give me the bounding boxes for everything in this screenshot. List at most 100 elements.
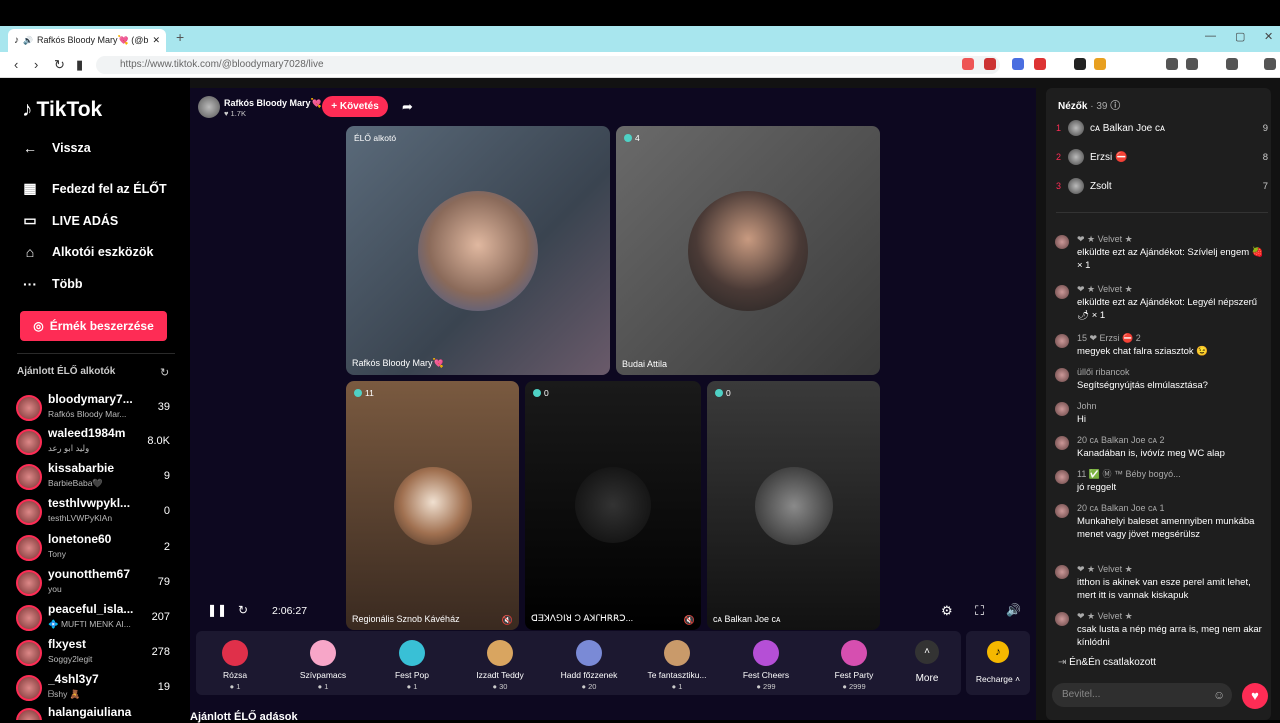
sidebar-item-creator-tools[interactable]: ⌂ Alkotói eszközök — [22, 244, 154, 260]
gift-price: ● 1 — [317, 682, 329, 691]
gift-item[interactable]: Fest Pop ● 1 — [370, 640, 454, 691]
gift-item[interactable]: Rózsa ● 1 — [193, 640, 277, 691]
close-tab-icon[interactable]: ✕ — [152, 35, 160, 46]
avatar — [16, 464, 42, 490]
chat-user[interactable]: 11 ✅ Ⓜ ™ Béby bogyó... — [1077, 468, 1265, 481]
browser-tab[interactable]: ♪ 🔊 Rafkós Bloody Mary💘 (@blo ✕ — [8, 29, 166, 52]
extension-icon[interactable] — [1074, 58, 1086, 70]
recharge-button[interactable]: ♪ Recharge ˄ — [966, 631, 1030, 695]
extension-icon[interactable] — [1094, 58, 1106, 70]
extension-icon[interactable] — [962, 58, 974, 70]
tiktok-logo[interactable]: ♪ TikTok — [22, 98, 102, 122]
extension-icon[interactable] — [1226, 58, 1238, 70]
chat-user[interactable]: ❤ ★ Velvet ★ — [1077, 233, 1265, 246]
creator-name: waleed1984m — [48, 426, 126, 440]
chat-user[interactable]: ❤ ★ Velvet ★ — [1077, 563, 1265, 576]
creator-item[interactable]: younotthem67 you 79 — [16, 566, 176, 600]
sidebar-item-explore-live[interactable]: ▦ Fedezd fel az ÉLŐT — [22, 180, 166, 197]
more-gifts-button[interactable]: ˄ More — [912, 640, 942, 684]
info-icon[interactable]: ⓘ — [1110, 101, 1120, 112]
gift-item[interactable]: Szívpamacs ● 1 — [281, 640, 365, 691]
chat-user[interactable]: John — [1077, 400, 1265, 413]
video-tile-host[interactable]: ÉLŐ alkotó Rafkós Bloody Mary💘 — [346, 126, 610, 375]
gift-item[interactable]: Hadd főzzenek ● 20 — [547, 640, 631, 691]
music-icon[interactable] — [1166, 58, 1178, 70]
sidebar-item-back[interactable]: ← Vissza — [22, 140, 91, 156]
follow-button[interactable]: + Követés — [322, 96, 388, 117]
gift-item[interactable]: Fest Cheers ● 299 — [724, 640, 808, 691]
creator-item[interactable]: testhlvwpykl... testhLVWPyKlAn 0 — [16, 495, 176, 529]
mic-muted-icon: 🔇 — [501, 615, 513, 625]
creator-name: bloodymary7... — [48, 392, 133, 406]
tiktok-coin-icon: ♪ — [987, 641, 1009, 663]
score-value: 11 — [365, 388, 374, 398]
sidebar-item-go-live[interactable]: ▭ LIVE ADÁS — [22, 212, 118, 229]
new-tab-button[interactable]: + — [176, 29, 184, 45]
top-viewer[interactable]: 3 Zsolt 7 — [1056, 175, 1268, 197]
share-icon[interactable]: ➦ — [402, 99, 413, 115]
heart-puff-gift-icon — [310, 640, 336, 666]
top-viewer[interactable]: 2 Erzsi ⛔ 8 — [1056, 146, 1268, 168]
get-coins-button[interactable]: ◎ Érmék beszerzése — [20, 311, 167, 341]
creator-item[interactable]: waleed1984m وليد ابو رعد 8.0K — [16, 425, 176, 459]
creator-item[interactable]: peaceful_isla... 💠 MUFTI MENK AI... 207 — [16, 601, 176, 635]
creator-item[interactable]: bloodymary7... Rafkós Bloody Mar... 39 — [16, 391, 176, 425]
video-tile-guest[interactable]: 0 ꓷƎꓘꓥꓨꓲꓤ Ͻ ꓮꓘꓩꓧꓣꓣꓛ... 🔇 — [525, 381, 701, 630]
translate-icon[interactable] — [1012, 58, 1024, 70]
sidebar-icon[interactable] — [1186, 58, 1198, 70]
gift-item[interactable]: Fest Party ● 2999 — [812, 640, 896, 691]
chat-user[interactable]: 20 ᴄᴀ Balkan Joe ᴄᴀ 1 — [1077, 502, 1265, 515]
viewer-score: 8 — [1262, 151, 1268, 163]
pause-icon[interactable]: ❚❚ — [207, 603, 227, 617]
gift-icon — [1055, 285, 1069, 299]
extension-icon[interactable] — [1034, 58, 1046, 70]
host-name[interactable]: Rafkós Bloody Mary💘 — [224, 98, 322, 109]
host-avatar[interactable] — [198, 96, 220, 118]
video-tile-guest[interactable]: 0 ᴄᴀ Balkan Joe ᴄᴀ — [707, 381, 880, 630]
back-icon[interactable]: ‹ — [14, 58, 18, 72]
url-field[interactable]: https://www.tiktok.com/@bloodymary7028/l… — [96, 56, 1000, 74]
forward-icon[interactable]: › — [34, 58, 38, 72]
stream-timer: 2:06:27 — [272, 605, 308, 617]
menu-icon[interactable] — [1264, 58, 1276, 70]
refresh-icon[interactable]: ↻ — [160, 366, 169, 379]
chat-user[interactable]: ❤ ★ Velvet ★ — [1077, 283, 1265, 296]
settings-icon[interactable]: ⚙ — [941, 603, 953, 619]
fullscreen-icon[interactable]: ⛶ — [975, 603, 984, 619]
chat-input[interactable]: Bevitel... — [1052, 683, 1232, 707]
reload-icon[interactable]: ↻ — [54, 58, 65, 72]
top-viewer[interactable]: 1 ᴄᴀ Balkan Joe ᴄᴀ 9 — [1056, 117, 1268, 139]
participant-video — [418, 191, 538, 311]
creator-item[interactable]: lonetone60 Tony 2 — [16, 531, 176, 565]
creator-item[interactable]: kissabarbie BarbieBaba🖤 9 — [16, 460, 176, 494]
avatar — [16, 605, 42, 631]
volume-icon[interactable]: 🔊 — [1006, 603, 1021, 617]
video-tile-guest[interactable]: 4 Budai Attila — [616, 126, 880, 375]
creator-item[interactable]: _4shl3y7 ᗷshy 🧸 19 — [16, 671, 176, 705]
close-window-icon[interactable]: ✕ — [1264, 30, 1273, 43]
chat-user[interactable]: 20 ᴄᴀ Balkan Joe ᴄᴀ 2 — [1077, 434, 1265, 447]
bookmark-icon[interactable]: ▮ — [76, 58, 83, 72]
diamond-icon — [533, 389, 541, 397]
creator-item[interactable]: halangaiuliana — [16, 704, 176, 720]
minimize-icon[interactable]: — — [1205, 30, 1216, 42]
refresh-stream-icon[interactable]: ↻ — [238, 603, 248, 617]
gift-item[interactable]: Te fantasztiku... ● 1 — [635, 640, 719, 691]
viewers-count: · 39 — [1090, 101, 1108, 112]
gift-price: ● 1 — [406, 682, 418, 691]
viewer-name: ᴄᴀ Balkan Joe ᴄᴀ — [1090, 122, 1165, 134]
chat-text: elküldte ezt az Ajándékot: Legyél népsze… — [1077, 297, 1258, 321]
extension-icon[interactable] — [984, 58, 996, 70]
video-tile-guest[interactable]: 11 Regionális Sznob Kávéház 🔇 — [346, 381, 519, 630]
recommended-lives-heading: Ajánlott ÉLŐ adások — [190, 711, 298, 723]
emoji-icon[interactable]: ☺ — [1213, 688, 1225, 702]
sidebar-item-more[interactable]: ··· Több — [22, 276, 83, 292]
creator-subtitle: testhLVWPyKlAn — [48, 513, 113, 523]
maximize-icon[interactable]: ▢ — [1235, 30, 1245, 43]
chat-user[interactable]: üllői ribancok — [1077, 366, 1265, 379]
chat-user[interactable]: 15 ❤ Erzsi ⛔ 2 — [1077, 332, 1265, 345]
creator-item[interactable]: flxyest Soggy2legit 278 — [16, 636, 176, 670]
like-button[interactable]: ♥ — [1242, 683, 1268, 709]
chat-user[interactable]: ❤ ★ Velvet ★ — [1077, 610, 1265, 623]
gift-item[interactable]: Izzadt Teddy ● 30 — [458, 640, 542, 691]
